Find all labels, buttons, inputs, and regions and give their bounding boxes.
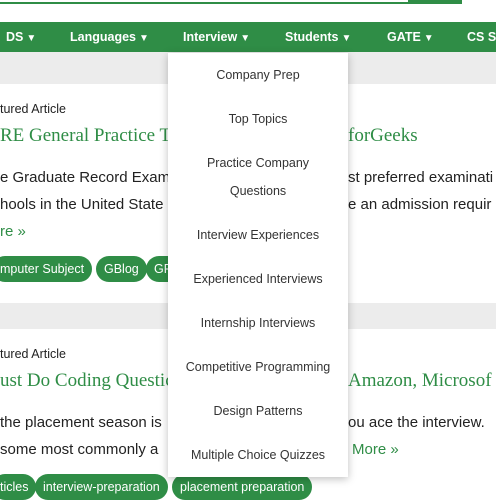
article-title[interactable]: ust Do Coding Questic <box>0 370 174 392</box>
featured-article-label: tured Article <box>0 102 67 116</box>
article-excerpt-line: e Graduate Record Exam <box>0 169 171 186</box>
tag-chip[interactable]: GBlog <box>96 256 147 282</box>
nav-item-interview[interactable]: Interview ▼ <box>183 22 250 52</box>
search-input[interactable] <box>0 0 408 4</box>
article-excerpt-line: e an admission requir <box>348 196 492 213</box>
nav-item-ds[interactable]: DS ▼ <box>6 22 36 52</box>
article-excerpt-line: hools in the United State <box>0 196 164 213</box>
menu-item-top-topics[interactable]: Top Topics <box>168 105 348 133</box>
menu-item-experienced-interviews[interactable]: Experienced Interviews <box>168 265 348 293</box>
search-button[interactable] <box>408 0 462 4</box>
menu-item-competitive-programming[interactable]: Competitive Programming <box>168 353 348 381</box>
nav-item-languages[interactable]: Languages ▼ <box>70 22 149 52</box>
nav-item-label: GATE <box>387 30 421 44</box>
menu-item-practice-company-questions-line2[interactable]: Questions <box>168 177 348 205</box>
article-title[interactable]: RE General Practice Te <box>0 125 178 147</box>
article-excerpt-line: the placement season is <box>0 414 162 431</box>
featured-article-label: tured Article <box>0 347 67 361</box>
nav-item-label: Students <box>285 30 339 44</box>
article-title-end[interactable]: forGeeks <box>348 125 418 147</box>
tag-chip[interactable]: placement preparation <box>172 474 313 500</box>
caret-down-icon: ▼ <box>341 33 352 44</box>
menu-item-design-patterns[interactable]: Design Patterns <box>168 397 348 425</box>
read-more-link[interactable]: More » <box>352 441 399 458</box>
nav-item-students[interactable]: Students ▼ <box>285 22 351 52</box>
menu-item-interview-experiences[interactable]: Interview Experiences <box>168 221 348 249</box>
nav-item-gate[interactable]: GATE ▼ <box>387 22 434 52</box>
caret-down-icon: ▼ <box>423 33 434 44</box>
nav-item-label: DS <box>6 30 24 44</box>
menu-item-multiple-choice-quizzes[interactable]: Multiple Choice Quizzes <box>168 441 348 469</box>
caret-down-icon: ▼ <box>139 33 149 44</box>
article-excerpt-line: ou ace the interview. <box>348 414 485 431</box>
tag-chip[interactable]: interview-preparation <box>35 474 168 500</box>
article-excerpt-line: some most commonly a <box>0 441 159 458</box>
article-title-end[interactable]: Amazon, Microsof <box>348 370 492 392</box>
nav-item-label: Languages <box>70 30 136 44</box>
nav-item-label: Interview <box>183 30 238 44</box>
article-excerpt-line: st preferred examinati <box>348 169 494 186</box>
tag-chip[interactable]: ticles <box>0 474 37 500</box>
interview-dropdown-menu: Company Prep Top Topics Practice Company… <box>168 53 348 477</box>
tag-chip[interactable]: mputer Subject <box>0 256 93 282</box>
menu-item-company-prep[interactable]: Company Prep <box>168 61 348 89</box>
caret-down-icon: ▼ <box>26 33 37 44</box>
main-nav: DS ▼ Languages ▼ Interview ▼ Students ▼ GATE… <box>0 22 496 52</box>
top-strip <box>0 0 496 22</box>
menu-item-internship-interviews[interactable]: Internship Interviews <box>168 309 348 337</box>
read-more-link[interactable]: re » <box>0 223 26 240</box>
menu-item-practice-company-questions[interactable]: Practice Company <box>168 149 348 177</box>
nav-item-label: CS S <box>467 30 496 44</box>
caret-down-icon: ▼ <box>240 33 251 44</box>
nav-item-cs-subjects[interactable]: CS S <box>467 22 496 52</box>
